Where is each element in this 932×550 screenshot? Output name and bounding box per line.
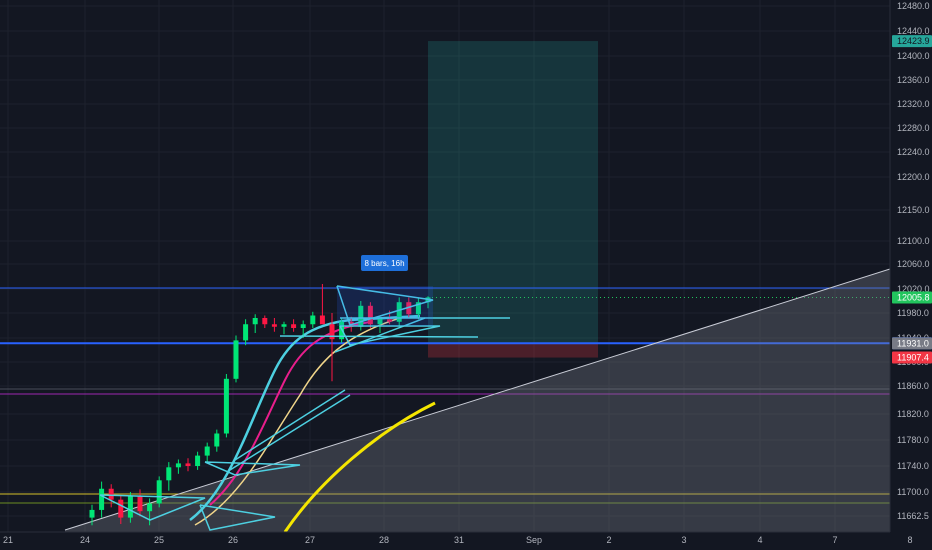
time-tick-label: 21 — [3, 535, 13, 545]
price-tick-label: 11740.0 — [897, 461, 929, 471]
price-tick-label: 12400.0 — [897, 51, 930, 61]
time-tick-label: 27 — [305, 535, 315, 545]
candle-body — [185, 463, 191, 466]
candle-body — [262, 318, 268, 325]
price-badge-label: 11931.0 — [897, 338, 929, 348]
time-tick-label: 26 — [228, 535, 238, 545]
price-tick-label: 11860.0 — [897, 381, 929, 391]
price-tick-label: 12100.0 — [897, 236, 930, 246]
price-tick-label: 12480.0 — [897, 1, 930, 11]
price-chart[interactable]: 12480.0 12440.0 12400.0 12360.0 12320.0 12280… — [0, 0, 932, 550]
price-tick-label: 11820.0 — [897, 409, 929, 419]
candle-body — [271, 324, 277, 327]
time-tick-label: 4 — [757, 535, 762, 545]
time-tick-label: 25 — [154, 535, 164, 545]
price-badge-label: 11907.4 — [897, 353, 929, 363]
time-tick-label: 2 — [606, 535, 611, 545]
candle-body — [291, 324, 297, 328]
price-tick-label: 11700.0 — [897, 487, 929, 497]
time-axis[interactable]: 21 24 25 26 27 28 31 Sep 2 3 4 7 8 — [0, 531, 932, 550]
candle-body — [147, 503, 153, 512]
price-tick-label: 12200.0 — [897, 172, 930, 182]
time-tick-label: 24 — [80, 535, 90, 545]
price-tick-label: 12280.0 — [897, 123, 930, 133]
price-badge-label: 12005.8 — [897, 293, 930, 303]
candle-body — [166, 467, 172, 481]
candle-body — [175, 463, 181, 468]
candle-body — [204, 446, 210, 456]
price-tick-label: 11780.0 — [897, 435, 929, 445]
time-axis-bg — [0, 532, 932, 550]
candle-body — [195, 455, 201, 466]
price-tick-label: 11662.5 — [897, 511, 929, 521]
candle-body — [281, 324, 287, 327]
candle-body — [223, 378, 229, 434]
range-tooltip-label: 8 bars, 16h — [364, 259, 404, 268]
stop-zone — [428, 343, 598, 358]
price-tick-label: 12360.0 — [897, 75, 930, 85]
price-tick-label: 12240.0 — [897, 147, 930, 157]
price-tick-label: 12150.0 — [897, 205, 930, 215]
candle-body — [233, 340, 239, 379]
time-tick-label: 7 — [832, 535, 837, 545]
candle-body — [310, 315, 316, 325]
time-tick-label: 31 — [454, 535, 464, 545]
candle-body — [156, 480, 162, 504]
price-axis[interactable]: 12480.0 12440.0 12400.0 12360.0 12320.0 12280… — [889, 0, 932, 550]
price-tick-label: 12060.0 — [897, 259, 930, 269]
candle-body — [243, 324, 249, 341]
price-tick-label: 11980.0 — [897, 308, 929, 318]
candle-body — [300, 324, 306, 328]
candle-body — [89, 509, 95, 518]
position-zones — [428, 41, 598, 358]
range-selection — [337, 286, 433, 326]
price-badge-label: 12423.9 — [897, 36, 930, 46]
candle-body — [108, 488, 114, 500]
price-tick-label: 12320.0 — [897, 99, 930, 109]
candle-body — [118, 499, 124, 518]
price-tick-label: 12440.0 — [897, 26, 930, 36]
candle-body — [99, 488, 105, 510]
candle-body — [214, 433, 220, 447]
time-tick-label: 28 — [379, 535, 389, 545]
time-tick-label: Sep — [526, 535, 542, 545]
candle-body — [137, 495, 143, 512]
time-tick-label: 3 — [681, 535, 686, 545]
candle-body — [127, 495, 133, 518]
candle-body — [252, 318, 258, 325]
time-tick-label: 8 — [907, 535, 912, 545]
candle-body — [319, 315, 325, 325]
